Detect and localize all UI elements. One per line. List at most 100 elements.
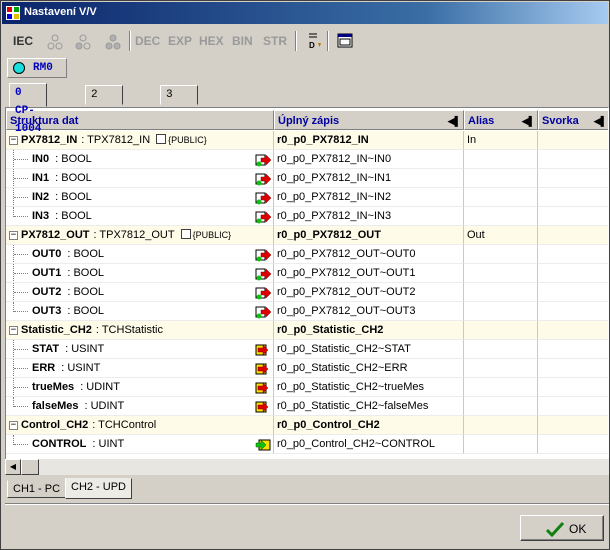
full-name-cell: r0_p0_Statistic_CH2~falseMes (274, 397, 464, 416)
alias-cell[interactable] (464, 169, 538, 188)
tab-cp-1004[interactable]: 0 CP-1004 (9, 83, 48, 135)
input-mapping-icon[interactable] (255, 171, 271, 187)
variable-row[interactable]: IN1: BOOL r0_p0_PX7812_IN~IN1 (6, 169, 608, 188)
alias-cell[interactable] (464, 435, 538, 454)
alias-cell[interactable] (464, 283, 538, 302)
scroll-left-icon[interactable]: ◀ (5, 459, 21, 475)
group-row[interactable]: − PX7812_OUT: TPX7812_OUT {PUBLIC} r0_p0_PX… (6, 226, 608, 245)
input-mapping-icon[interactable] (255, 152, 271, 168)
output-mapping-icon[interactable] (255, 380, 271, 396)
sort-icon[interactable]: D (303, 31, 323, 51)
variable-row[interactable]: ERR: USINT r0_p0_Statistic_CH2~ERR (6, 359, 608, 378)
column-header-structure[interactable]: Struktura dat (6, 110, 274, 130)
tab-ir-1055[interactable]: 3 IR-1055 (160, 85, 199, 137)
bin-button[interactable]: BIN (232, 31, 253, 51)
dec-button[interactable]: DEC (135, 31, 160, 51)
variable-name: OUT0: BOOL (32, 245, 104, 263)
stop-icon[interactable] (103, 31, 123, 51)
alias-cell[interactable] (464, 150, 538, 169)
step-icon[interactable] (73, 31, 93, 51)
window-title: Nastavení V/V (24, 6, 97, 18)
alias-cell[interactable] (464, 378, 538, 397)
terminal-cell[interactable] (538, 264, 608, 283)
variable-row[interactable]: STAT: USINT r0_p0_Statistic_CH2~STAT (6, 340, 608, 359)
alias-cell[interactable] (464, 302, 538, 321)
input-mapping-icon[interactable] (255, 285, 271, 301)
variable-label: STAT (32, 343, 60, 355)
input-mapping-icon[interactable] (255, 209, 271, 225)
hex-button[interactable]: HEX (199, 31, 224, 51)
title-bar[interactable]: Nastavení V/V (2, 2, 608, 24)
output-mapping-icon[interactable] (255, 342, 271, 358)
terminal-cell[interactable] (538, 169, 608, 188)
exp-button[interactable]: EXP (168, 31, 192, 51)
public-checkbox[interactable] (156, 134, 167, 144)
variable-row[interactable]: IN0: BOOL r0_p0_PX7812_IN~IN0 (6, 150, 608, 169)
control-mapping-icon[interactable] (255, 437, 271, 453)
collapse-icon[interactable]: − (9, 231, 18, 240)
iec-button[interactable]: IEC (13, 31, 33, 51)
collapse-icon[interactable]: − (9, 421, 18, 430)
alias-cell[interactable] (464, 359, 538, 378)
terminal-cell[interactable] (538, 131, 608, 150)
variable-row[interactable]: OUT2: BOOL r0_p0_PX7812_OUT~OUT2 (6, 283, 608, 302)
ok-button[interactable]: OK (520, 515, 604, 541)
scroll-thumb[interactable] (21, 459, 39, 475)
collapse-icon[interactable]: − (9, 326, 18, 335)
group-row[interactable]: − Control_CH2: TCHControl r0_p0_Control_CH… (6, 416, 608, 435)
input-mapping-icon[interactable] (255, 266, 271, 282)
variable-row[interactable]: trueMes: UDINT r0_p0_Statistic_CH2~trueMe… (6, 378, 608, 397)
alias-cell[interactable] (464, 207, 538, 226)
run-icon[interactable] (45, 31, 65, 51)
terminal-cell[interactable] (538, 435, 608, 454)
terminal-cell[interactable] (538, 302, 608, 321)
variable-row[interactable]: falseMes: UDINT r0_p0_Statistic_CH2~false… (6, 397, 608, 416)
horizontal-scrollbar[interactable]: ◀ (5, 459, 609, 475)
terminal-cell[interactable] (538, 359, 608, 378)
terminal-cell[interactable] (538, 150, 608, 169)
variable-row[interactable]: OUT1: BOOL r0_p0_PX7812_OUT~OUT1 (6, 264, 608, 283)
terminal-cell[interactable] (538, 245, 608, 264)
window-icon[interactable] (335, 31, 355, 51)
variable-row[interactable]: OUT3: BOOL r0_p0_PX7812_OUT~OUT3 (6, 302, 608, 321)
terminal-cell[interactable] (538, 397, 608, 416)
tab-mi2-01m[interactable]: 2 MI2-01M (85, 85, 124, 137)
str-button[interactable]: STR (263, 31, 287, 51)
terminal-cell[interactable] (538, 321, 608, 340)
input-mapping-icon[interactable] (255, 190, 271, 206)
alias-cell[interactable] (464, 416, 538, 435)
tree-connector (14, 292, 28, 293)
column-header-full[interactable]: Úplný zápis ◀▌ (274, 110, 464, 130)
output-mapping-icon[interactable] (255, 361, 271, 377)
tab-ch1-pc[interactable]: CH1 - PC (7, 480, 67, 498)
alias-cell[interactable] (464, 245, 538, 264)
terminal-cell[interactable] (538, 378, 608, 397)
terminal-cell[interactable] (538, 207, 608, 226)
module-button[interactable]: RM0 (7, 58, 67, 78)
alias-cell[interactable] (464, 321, 538, 340)
terminal-cell[interactable] (538, 416, 608, 435)
public-checkbox[interactable] (180, 229, 191, 239)
alias-cell[interactable] (464, 340, 538, 359)
alias-cell[interactable] (464, 264, 538, 283)
alias-cell[interactable]: Out (464, 226, 538, 245)
group-row[interactable]: − PX7812_IN: TPX7812_IN {PUBLIC} r0_p0_PX78… (6, 131, 608, 150)
variable-row[interactable]: IN3: BOOL r0_p0_PX7812_IN~IN3 (6, 207, 608, 226)
output-mapping-icon[interactable] (255, 399, 271, 415)
column-header-terminal[interactable]: Svorka ◀▌ (538, 110, 608, 130)
terminal-cell[interactable] (538, 340, 608, 359)
tab-ch2-upd[interactable]: CH2 - UPD (65, 478, 133, 499)
input-mapping-icon[interactable] (255, 247, 271, 263)
alias-cell[interactable] (464, 188, 538, 207)
alias-cell[interactable] (464, 397, 538, 416)
alias-cell[interactable]: In (464, 131, 538, 150)
terminal-cell[interactable] (538, 226, 608, 245)
input-mapping-icon[interactable] (255, 304, 271, 320)
group-row[interactable]: − Statistic_CH2: TCHStatistic r0_p0_Statis… (6, 321, 608, 340)
column-header-alias[interactable]: Alias ◀▌ (464, 110, 538, 130)
variable-row[interactable]: OUT0: BOOL r0_p0_PX7812_OUT~OUT0 (6, 245, 608, 264)
terminal-cell[interactable] (538, 283, 608, 302)
variable-row[interactable]: IN2: BOOL r0_p0_PX7812_IN~IN2 (6, 188, 608, 207)
terminal-cell[interactable] (538, 188, 608, 207)
variable-row[interactable]: CONTROL: UINT r0_p0_Control_CH2~CONTROL (6, 435, 608, 454)
